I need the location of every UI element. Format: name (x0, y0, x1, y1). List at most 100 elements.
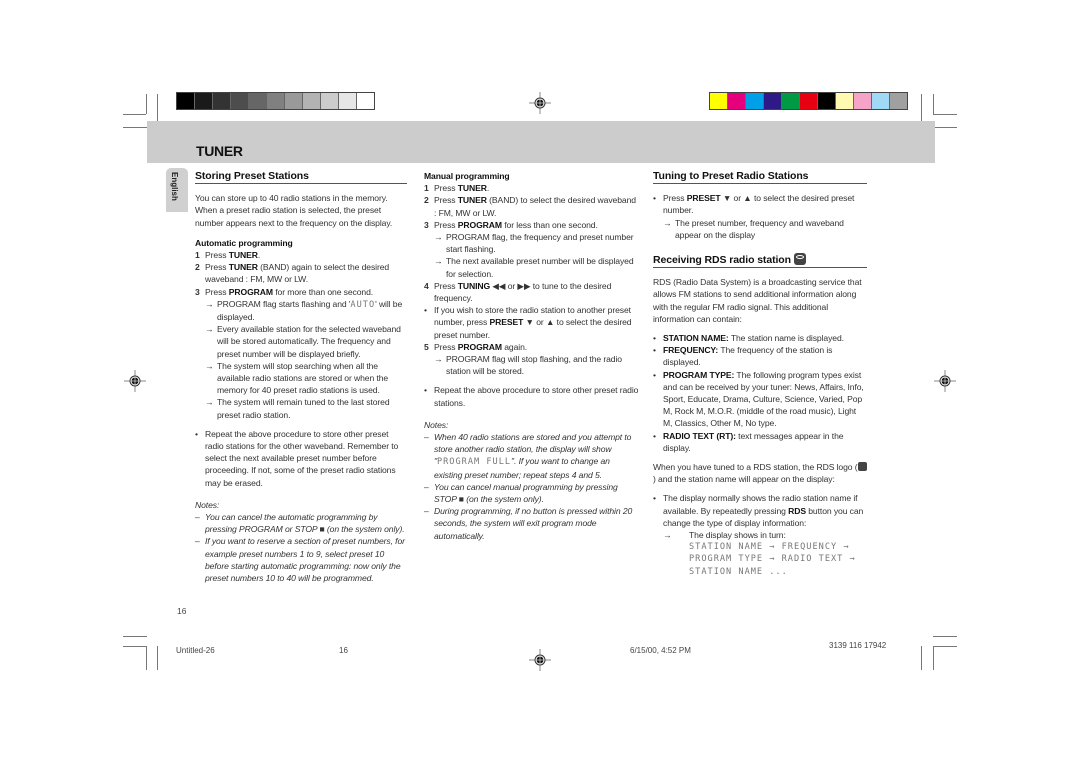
crop-mark (123, 114, 146, 115)
color-swatch (321, 93, 339, 109)
heading-tuning-to-preset: Tuning to Preset Radio Stations (653, 170, 867, 185)
arrow-icon: → (205, 360, 214, 371)
note-item: – When 40 radio stations are stored and y… (424, 432, 632, 480)
arrow-icon: → (434, 354, 443, 365)
rds-feature-item: • PROGRAM TYPE: The following program typ… (653, 369, 864, 429)
color-swatch (177, 93, 195, 109)
intro-paragraph: You can store up to 40 radio stations in… (195, 193, 393, 228)
notes-title: Notes: (195, 499, 220, 510)
footer-date: 6/15/00, 4:52 PM (630, 646, 691, 655)
bullet-item: • Repeat the above procedure to store oth… (424, 385, 639, 408)
rds-feature-item: • RADIO TEXT (RT): text messages appear i… (653, 430, 844, 453)
lcd-text: AUTO (350, 299, 376, 310)
bullet-item: • Repeat the above procedure to store oth… (195, 428, 399, 488)
rds-feature-item: • FREQUENCY: The frequency of the station… (653, 345, 833, 368)
cmyk-color-bar (709, 92, 908, 110)
color-swatch (782, 93, 800, 109)
registration-mark-icon (934, 370, 956, 392)
crop-mark (933, 94, 934, 114)
crop-mark (123, 636, 147, 637)
rds-intro-paragraph: RDS (Radio Data System) is a broadcastin… (653, 277, 862, 324)
crop-mark (933, 646, 957, 647)
note-item: – During programming, if no button is pre… (424, 506, 633, 541)
crop-mark (921, 646, 922, 670)
page-number: 16 (177, 606, 187, 616)
crop-mark (123, 127, 147, 128)
color-swatch (195, 93, 213, 109)
crop-mark (933, 114, 957, 115)
color-swatch (285, 93, 303, 109)
crop-mark (123, 646, 146, 647)
color-swatch (710, 93, 728, 109)
step-1: 1 Press TUNER. (195, 250, 261, 261)
crop-mark (157, 646, 158, 670)
color-swatch (764, 93, 782, 109)
footer-page: 16 (339, 646, 348, 655)
arrow-icon: → (434, 256, 443, 267)
arrow-icon: → (205, 397, 214, 408)
step-3-result: → PROGRAM flag starts flashing and 'AUTO'… (205, 298, 403, 323)
bullet-icon: • (653, 493, 656, 504)
lcd-text: PROGRAM FULL (436, 457, 512, 468)
notes-title: Notes: (424, 419, 449, 430)
step-4: 4 Press TUNING ◀◀ or ▶▶ to tune to the de… (424, 280, 612, 304)
lcd-sequence-line: STATION NAME ... (689, 566, 788, 577)
bullet-icon: • (653, 193, 656, 204)
note-item: – If you want to reserve a section of pre… (195, 536, 405, 584)
bullet-icon: • (195, 428, 198, 439)
color-swatch (339, 93, 357, 109)
crop-mark (933, 127, 957, 128)
step-3: 3 Press PROGRAM for more than one second. (195, 286, 374, 297)
step-5-result: → PROGRAM flag will stop flashing, and th… (434, 354, 622, 377)
crop-mark (933, 646, 934, 670)
lcd-sequence-line: PROGRAM TYPE → RADIO TEXT → (689, 554, 856, 565)
rds-feature-item: • STATION NAME: The station name is displ… (653, 333, 844, 344)
arrow-icon: → (663, 530, 672, 541)
step-2: 2 Press TUNER (BAND) again to select the … (195, 262, 390, 285)
arrow-icon: → (434, 232, 443, 243)
color-swatch (746, 93, 764, 109)
arrow-icon: → (205, 298, 214, 309)
step-3-result: → The next available preset number will b… (434, 256, 634, 279)
section-title: TUNER (196, 143, 243, 159)
step-3-result: → PROGRAM flag, the frequency and preset … (434, 232, 634, 255)
lcd-sequence-line: STATION NAME → FREQUENCY → (689, 542, 850, 553)
color-swatch (854, 93, 872, 109)
step-3-result: → The system will stop searching when all… (205, 360, 389, 396)
arrow-icon: → (663, 217, 672, 228)
left-column: Storing Preset Stations You can store up… (195, 170, 407, 584)
step-3-result: → Every available station for the selecte… (205, 324, 401, 359)
note-item: – You can cancel manual programming by pr… (424, 481, 618, 505)
section-header-band (147, 121, 935, 163)
footer-filename: Untitled-26 (176, 646, 215, 655)
bullet-item: • If you wish to store the radio station … (424, 305, 632, 340)
bullet-item: • Press PRESET ▼ or ▲ to select the desir… (653, 193, 855, 216)
color-swatch (249, 93, 267, 109)
heading-receiving-rds: Receiving RDS radio station (653, 253, 867, 269)
rds-logo-icon (793, 253, 806, 266)
color-swatch (267, 93, 285, 109)
bullet-icon: • (653, 333, 656, 344)
step-1: 1 Press TUNER. (424, 183, 490, 194)
bullet-icon: • (653, 430, 656, 441)
color-swatch (818, 93, 836, 109)
rds-logo-paragraph: When you have tuned to a RDS station, th… (653, 461, 867, 485)
color-swatch (872, 93, 890, 109)
bullet-icon: • (653, 369, 656, 380)
arrow-result: → The preset number, frequency and waveba… (663, 217, 844, 240)
crop-mark (146, 646, 147, 670)
bullet-icon: • (424, 305, 427, 316)
right-column: Tuning to Preset Radio Stations • Press P… (653, 170, 867, 578)
crop-mark (933, 636, 957, 637)
step-2: 2 Press TUNER (BAND) to select the desire… (424, 195, 636, 218)
bullet-icon: • (653, 345, 656, 356)
language-tab-label: English (170, 172, 179, 201)
footer-code: 3139 116 17942 (829, 641, 887, 650)
registration-mark-icon (124, 370, 146, 392)
color-swatch (357, 93, 374, 109)
arrow-result: → The display shows in turn: (663, 530, 786, 541)
color-swatch (836, 93, 854, 109)
rds-logo-icon (857, 462, 867, 472)
subheading-automatic-programming: Automatic programming (195, 237, 293, 248)
bullet-icon: • (424, 385, 427, 396)
